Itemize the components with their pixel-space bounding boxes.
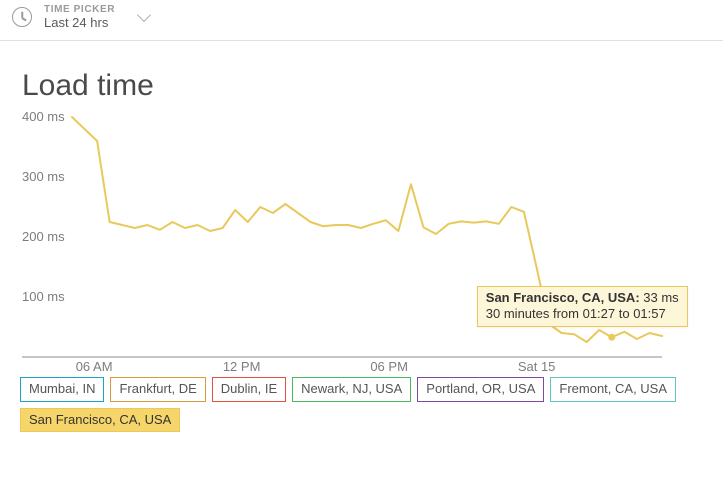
- load-time-chart[interactable]: 100 ms 200 ms 300 ms 400 ms 06 AM 12 PM 06 PM…: [22, 111, 682, 371]
- svg-text:06 PM: 06 PM: [370, 359, 408, 371]
- legend-item[interactable]: San Francisco, CA, USA: [20, 408, 180, 432]
- time-picker-value: Last 24 hrs: [44, 16, 115, 31]
- time-picker-block: TIME PICKER Last 24 hrs: [44, 4, 115, 30]
- svg-text:200 ms: 200 ms: [22, 229, 65, 244]
- svg-text:100 ms: 100 ms: [22, 289, 65, 304]
- tooltip-subtext: 30 minutes from 01:27 to 01:57: [486, 306, 666, 321]
- legend-item[interactable]: Frankfurt, DE: [110, 377, 205, 401]
- svg-text:12 PM: 12 PM: [223, 359, 261, 371]
- chevron-down-icon: [137, 8, 151, 22]
- legend-item[interactable]: Fremont, CA, USA: [550, 377, 676, 401]
- chart-svg: 100 ms 200 ms 300 ms 400 ms 06 AM 12 PM 06 PM…: [22, 111, 682, 371]
- time-picker[interactable]: TIME PICKER Last 24 hrs: [0, 0, 723, 41]
- page-title: Load time: [22, 69, 723, 103]
- tooltip-series: San Francisco, CA, USA:: [486, 290, 640, 305]
- tooltip-value: 33 ms: [643, 290, 678, 305]
- svg-text:400 ms: 400 ms: [22, 111, 65, 124]
- legend-item[interactable]: Newark, NJ, USA: [292, 377, 411, 401]
- chart-tooltip: San Francisco, CA, USA: 33 ms 30 minutes…: [477, 286, 688, 328]
- svg-text:300 ms: 300 ms: [22, 169, 65, 184]
- svg-text:06 AM: 06 AM: [76, 359, 113, 371]
- legend-item[interactable]: Mumbai, IN: [20, 377, 104, 401]
- time-picker-label: TIME PICKER: [44, 4, 115, 16]
- chart-legend: Mumbai, INFrankfurt, DE Dublin, IENewark,…: [20, 377, 723, 431]
- svg-text:Sat 15: Sat 15: [518, 359, 556, 371]
- legend-item[interactable]: Portland, OR, USA: [417, 377, 544, 401]
- clock-icon: [12, 7, 32, 27]
- legend-item[interactable]: Dublin, IE: [212, 377, 286, 401]
